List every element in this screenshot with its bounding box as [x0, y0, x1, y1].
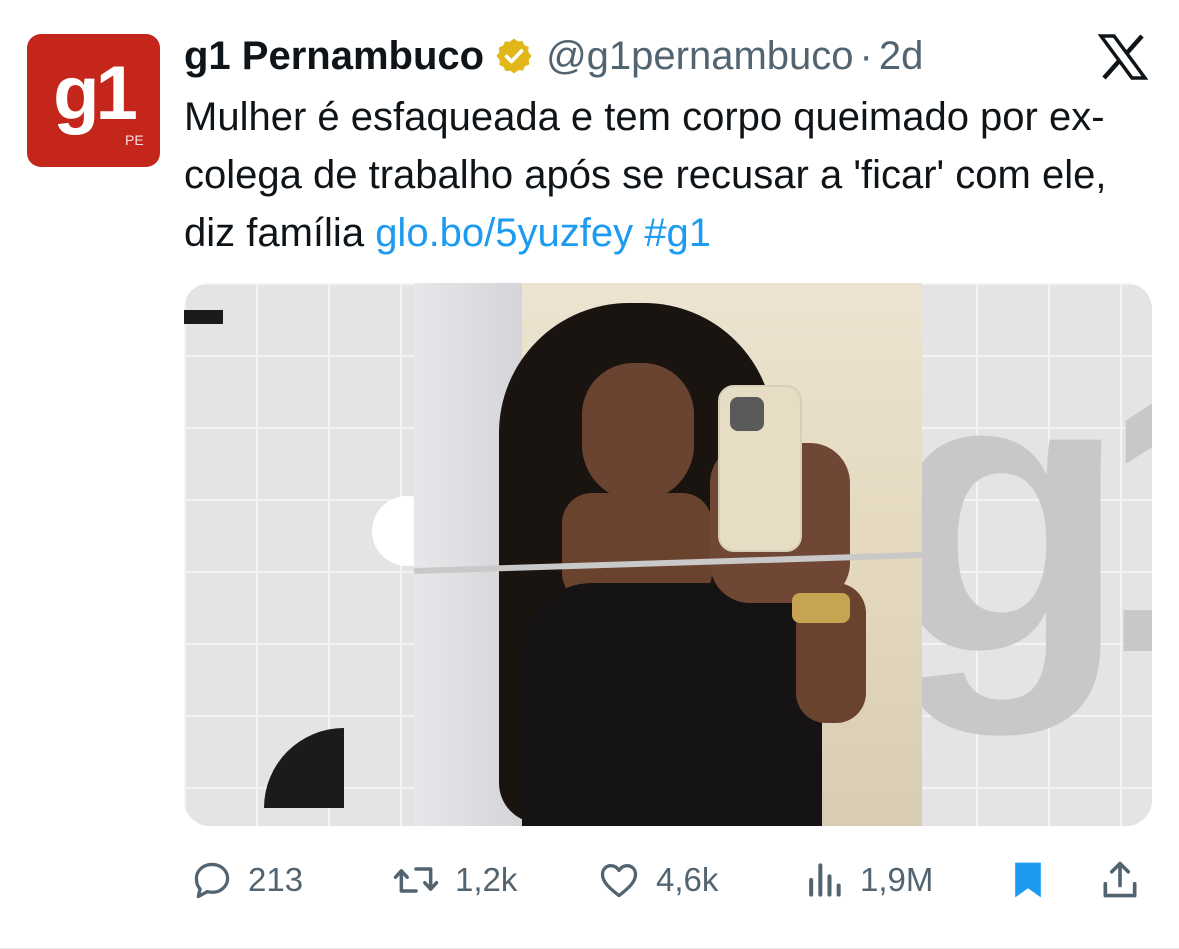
- display-name[interactable]: g1 Pernambuco: [184, 34, 484, 79]
- photo-top: [522, 583, 822, 826]
- phone-camera: [730, 397, 764, 431]
- share-button[interactable]: [1098, 852, 1156, 908]
- tweet-photo[interactable]: [414, 283, 922, 826]
- reply-icon: [194, 862, 230, 899]
- decor-bar: [184, 310, 223, 324]
- like-icon: [600, 864, 638, 898]
- bookmark-icon: [1015, 862, 1041, 898]
- hashtag-link[interactable]: #g1: [644, 211, 711, 255]
- g1-watermark: g1: [884, 289, 1152, 736]
- views-icon: [809, 863, 841, 897]
- bookmark-button[interactable]: [1006, 852, 1064, 908]
- views-count: 1,9M: [860, 861, 934, 898]
- retweet-icon: [393, 867, 439, 893]
- reply-button[interactable]: 213: [190, 852, 303, 908]
- photo-phone: [718, 385, 802, 552]
- tweet-header: g1 Pernambuco @g1pernambuco · 2d: [184, 33, 1009, 79]
- timestamp[interactable]: 2d: [879, 34, 924, 79]
- handle[interactable]: @g1pernambuco: [546, 34, 853, 79]
- x-logo-icon: [1098, 34, 1148, 80]
- photo-face: [582, 363, 694, 501]
- tweet-text: Mulher é esfaqueada e tem corpo queimado…: [184, 88, 1164, 262]
- share-icon: [1103, 861, 1137, 898]
- retweet-button[interactable]: 1,2k: [391, 852, 517, 908]
- views-button[interactable]: 1,9M: [802, 852, 933, 908]
- reply-count: 213: [248, 861, 304, 898]
- separator-dot: ·: [859, 33, 873, 78]
- like-count: 4,6k: [656, 861, 719, 898]
- avatar-logo: g1: [53, 51, 138, 136]
- retweet-count: 1,2k: [455, 861, 518, 898]
- photo-watch: [792, 593, 850, 623]
- like-button[interactable]: 4,6k: [596, 852, 718, 908]
- verified-badge-icon[interactable]: [494, 36, 534, 76]
- tweet-actions: 213 1,2k 4,6k 1,9M: [184, 852, 1152, 908]
- tweet-link[interactable]: glo.bo/5yuzfey: [375, 211, 633, 255]
- tweet-media[interactable]: g1: [184, 283, 1152, 826]
- avatar[interactable]: g1 PE: [27, 34, 160, 167]
- avatar-logo-sub: PE: [125, 132, 144, 148]
